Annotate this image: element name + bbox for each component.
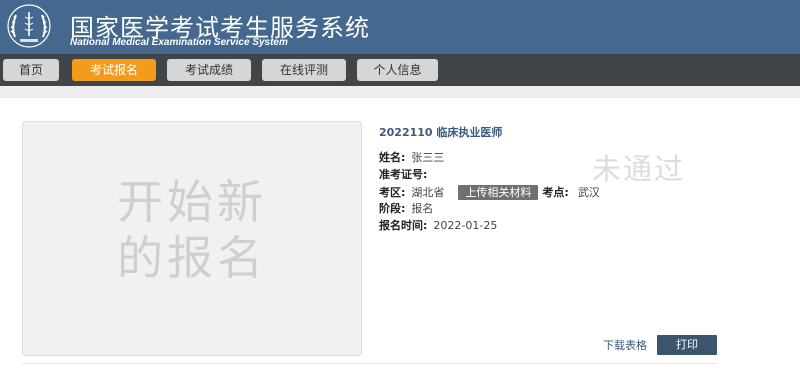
ticket-label: 准考证号:	[379, 168, 428, 181]
stage-row: 阶段: 报名	[379, 202, 433, 216]
nav-exam-scores[interactable]: 考试成绩	[167, 59, 251, 81]
card-divider	[22, 363, 717, 364]
section-gap	[0, 86, 800, 98]
nav-home[interactable]: 首页	[3, 59, 59, 81]
area-value: 湖北省	[411, 186, 445, 199]
exam-title: 2022110 临床执业医师	[379, 126, 503, 139]
print-button[interactable]: 打印	[657, 335, 717, 355]
time-value: 2022-01-25	[433, 219, 498, 232]
area-label: 考区:	[379, 186, 406, 199]
upload-materials-button[interactable]: 上传相关材料	[458, 185, 539, 200]
laurel-emblem-icon	[7, 4, 51, 48]
new-registration-label: 开始新 的报名	[117, 175, 267, 285]
name-label: 姓名:	[379, 151, 406, 164]
registration-card: 开始新 的报名 2022110 临床执业医师 姓名: 张三三 准考证号: 考区: 湖…	[0, 98, 800, 381]
stage-value: 报名	[411, 202, 434, 215]
main-nav: 首页 考试报名 考试成绩 在线评测 个人信息	[0, 54, 800, 86]
new-registration-button[interactable]: 开始新 的报名	[22, 121, 362, 356]
name-row: 姓名: 张三三	[379, 151, 444, 165]
site-label: 考点:	[542, 186, 569, 199]
status-stamp: 未通过	[592, 152, 686, 186]
system-subtitle: National Medical Examination Service Sys…	[70, 37, 288, 48]
nav-online-assessment[interactable]: 在线评测	[262, 59, 346, 81]
header-bar: 国家医学考试考生服务系统 National Medical Examinatio…	[0, 0, 800, 54]
time-row: 报名时间: 2022-01-25	[379, 219, 497, 233]
nav-personal-info[interactable]: 个人信息	[357, 59, 438, 81]
area-row: 考区: 湖北省 上传相关材料 考点: 武汉	[379, 185, 600, 200]
nav-exam-registration[interactable]: 考试报名	[72, 59, 156, 81]
ticket-row: 准考证号:	[379, 168, 433, 182]
stage-label: 阶段:	[379, 202, 406, 215]
name-value: 张三三	[411, 151, 445, 164]
time-label: 报名时间:	[379, 219, 428, 232]
download-form-link[interactable]: 下载表格	[603, 337, 647, 353]
